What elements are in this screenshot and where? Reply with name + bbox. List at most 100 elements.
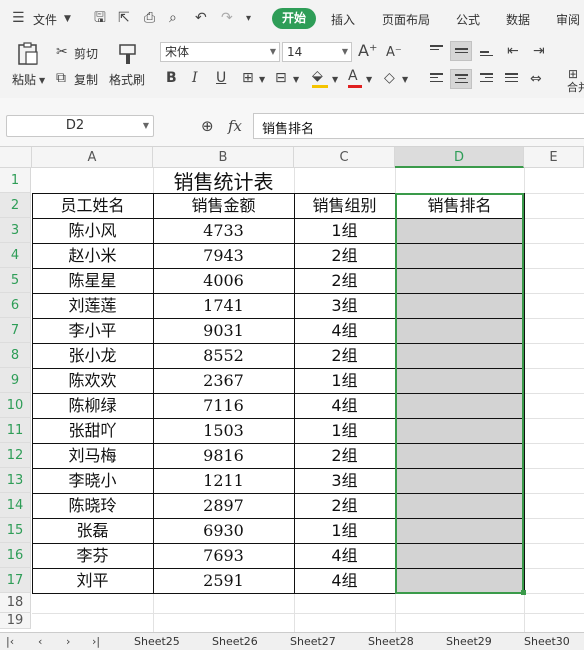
next-sheet-icon[interactable]: ›: [66, 634, 70, 650]
cell-name[interactable]: 赵小米: [32, 243, 153, 268]
column-header-a[interactable]: A: [32, 147, 153, 168]
cell-group[interactable]: 1组: [294, 218, 395, 243]
row-header-14[interactable]: 14: [0, 493, 31, 518]
header-sales-rank[interactable]: 销售排名: [395, 193, 524, 218]
formula-input[interactable]: 销售排名: [253, 113, 584, 139]
row-header-13[interactable]: 13: [0, 468, 31, 493]
sheet-tab-29[interactable]: Sheet29: [446, 635, 492, 648]
chevron-down-icon[interactable]: ▼: [259, 72, 265, 88]
zoom-formula-icon[interactable]: ⊕: [201, 118, 214, 134]
cell-amount[interactable]: 2367: [153, 368, 294, 393]
tab-insert[interactable]: 插入: [331, 11, 355, 28]
column-header-d[interactable]: D: [395, 147, 524, 168]
row-header-18[interactable]: 18: [0, 593, 31, 613]
selection-range-d3-d17[interactable]: [395, 218, 524, 593]
cell-amount[interactable]: 7693: [153, 543, 294, 568]
cut-button[interactable]: 剪切: [74, 45, 98, 62]
row-header-1[interactable]: 1: [0, 168, 31, 193]
cell-group[interactable]: 1组: [294, 418, 395, 443]
row-header-8[interactable]: 8: [0, 343, 31, 368]
sheet-tab-30[interactable]: Sheet30: [524, 635, 570, 648]
font-name-select[interactable]: 宋体 ▼: [160, 42, 280, 62]
cell-group[interactable]: 4组: [294, 568, 395, 593]
prev-sheet-icon[interactable]: ‹: [38, 634, 42, 650]
cell-name[interactable]: 陈小风: [32, 218, 153, 243]
chevron-down-icon[interactable]: ▼: [366, 72, 372, 88]
row-header-16[interactable]: 16: [0, 543, 31, 568]
column-header-e[interactable]: E: [524, 147, 584, 168]
row-header-9[interactable]: 9: [0, 368, 31, 393]
decrease-indent-icon[interactable]: ⇤: [507, 43, 519, 59]
format-painter-button[interactable]: 格式刷: [108, 42, 148, 90]
border-icon[interactable]: ⊞: [242, 70, 254, 86]
cell-group[interactable]: 2组: [294, 268, 395, 293]
print-icon[interactable]: ⎙: [144, 10, 155, 26]
scissors-icon[interactable]: ✂: [56, 44, 68, 60]
cell-name[interactable]: 陈星星: [32, 268, 153, 293]
cell-name[interactable]: 李晓小: [32, 468, 153, 493]
header-sales-amount[interactable]: 销售金额: [153, 193, 294, 218]
row-header-5[interactable]: 5: [0, 268, 31, 293]
cell-group[interactable]: 4组: [294, 543, 395, 568]
export-icon[interactable]: ⇱: [118, 10, 130, 26]
cell-amount[interactable]: 2897: [153, 493, 294, 518]
sheet-title[interactable]: 销售统计表: [153, 169, 294, 195]
tab-review[interactable]: 审阅: [556, 11, 580, 28]
cell-name[interactable]: 陈欢欢: [32, 368, 153, 393]
bold-icon[interactable]: B: [166, 70, 177, 86]
align-top-button[interactable]: [426, 41, 448, 61]
fx-icon[interactable]: fx: [228, 117, 242, 135]
chevron-down-icon[interactable]: ▼: [293, 72, 299, 88]
cell-name[interactable]: 刘莲莲: [32, 293, 153, 318]
row-header-4[interactable]: 4: [0, 243, 31, 268]
cell-amount[interactable]: 7116: [153, 393, 294, 418]
cell-group[interactable]: 2组: [294, 243, 395, 268]
cell-name[interactable]: 陈晓玲: [32, 493, 153, 518]
distributed-align-icon[interactable]: ⇔: [530, 71, 542, 87]
cell-amount[interactable]: 4006: [153, 268, 294, 293]
row-header-17[interactable]: 17: [0, 568, 31, 593]
cell-group[interactable]: 2组: [294, 443, 395, 468]
cell-name[interactable]: 刘马梅: [32, 443, 153, 468]
row-header-12[interactable]: 12: [0, 443, 31, 468]
print-preview-icon[interactable]: ⌕: [169, 10, 177, 26]
cell-group[interactable]: 1组: [294, 368, 395, 393]
increase-font-size-icon[interactable]: A⁺: [358, 43, 377, 59]
cell-name[interactable]: 张磊: [32, 518, 153, 543]
cell-name[interactable]: 李芬: [32, 543, 153, 568]
row-header-2[interactable]: 2: [0, 193, 31, 218]
align-right-button[interactable]: [476, 69, 498, 89]
font-size-select[interactable]: 14 ▼: [282, 42, 352, 62]
file-menu[interactable]: 文件: [33, 11, 57, 28]
align-bottom-button[interactable]: [476, 41, 498, 61]
copy-button[interactable]: 复制: [74, 71, 98, 88]
header-sales-group[interactable]: 销售组别: [294, 193, 395, 218]
save-icon[interactable]: 🖫: [94, 10, 106, 26]
column-header-b[interactable]: B: [153, 147, 294, 168]
cell-amount[interactable]: 1741: [153, 293, 294, 318]
increase-indent-icon[interactable]: ⇥: [533, 43, 545, 59]
cell-amount[interactable]: 9031: [153, 318, 294, 343]
row-header-7[interactable]: 7: [0, 318, 31, 343]
justify-button[interactable]: [501, 69, 523, 89]
select-all-corner[interactable]: [0, 147, 32, 168]
align-left-button[interactable]: [426, 69, 448, 89]
cell-group[interactable]: 4组: [294, 393, 395, 418]
cell-name[interactable]: 张甜吖: [32, 418, 153, 443]
cell-name[interactable]: 刘平: [32, 568, 153, 593]
sheet-tab-26[interactable]: Sheet26: [212, 635, 258, 648]
chevron-down-icon[interactable]: ▼: [402, 72, 408, 88]
cell-name[interactable]: 张小龙: [32, 343, 153, 368]
font-color-icon[interactable]: A: [348, 68, 358, 84]
align-center-button[interactable]: [450, 69, 472, 89]
cell-amount[interactable]: 2591: [153, 568, 294, 593]
paste-button[interactable]: 粘贴 ▼: [12, 42, 48, 90]
hamburger-menu-icon[interactable]: ☰: [12, 10, 25, 26]
chevron-down-icon[interactable]: ▼: [64, 11, 71, 27]
cell-amount[interactable]: 1503: [153, 418, 294, 443]
tab-formulas[interactable]: 公式: [456, 11, 480, 28]
row-header-15[interactable]: 15: [0, 518, 31, 543]
redo-icon[interactable]: ↷: [221, 10, 233, 26]
cell-group[interactable]: 2组: [294, 493, 395, 518]
cell-group[interactable]: 2组: [294, 343, 395, 368]
